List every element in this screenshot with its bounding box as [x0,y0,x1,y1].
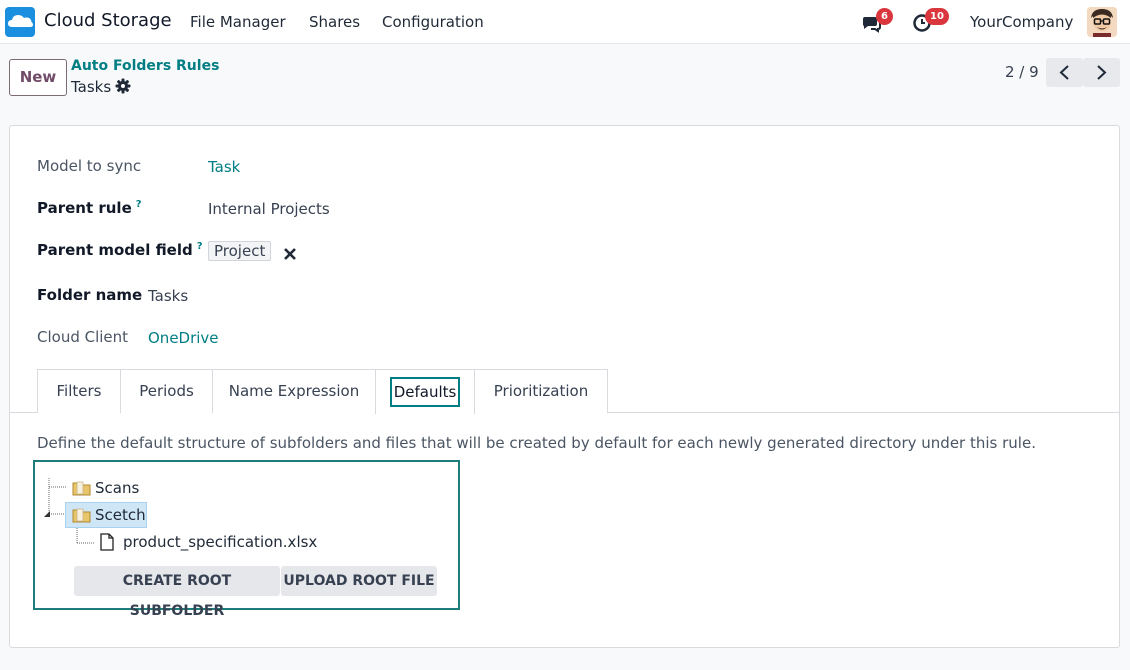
new-button[interactable]: New [9,59,67,96]
tree-node-scans[interactable]: Scans [95,479,139,497]
tab-periods[interactable]: Periods [120,369,213,413]
parent-rule-label: Parent rule? [37,199,142,217]
folder-icon [72,506,92,528]
tree-node-file[interactable]: product_specification.xlsx [123,533,317,551]
folder-name-field[interactable]: Tasks [148,287,188,305]
breadcrumb-current: Tasks [71,78,112,96]
help-tooltip-icon[interactable]: ? [136,199,142,210]
tab-name-expression[interactable]: Name Expression [212,369,376,413]
tab-defaults[interactable]: Defaults [375,369,475,414]
messages-badge: 6 [876,8,893,25]
menu-configuration[interactable]: Configuration [382,13,484,31]
app-name[interactable]: Cloud Storage [44,10,172,31]
file-icon [99,533,115,555]
menu-shares[interactable]: Shares [309,13,360,31]
create-root-subfolder-button[interactable]: CREATE ROOT SUBFOLDER [74,566,280,619]
cloud-client-field[interactable]: OneDrive [148,329,219,347]
parent-model-field-label: Parent model field? [37,241,203,259]
user-avatar[interactable] [1087,7,1117,37]
help-tooltip-icon[interactable]: ? [197,241,203,252]
cloud-client-label: Cloud Client [37,328,129,346]
pager-next-button[interactable] [1083,58,1120,87]
cloud-icon[interactable] [5,7,35,37]
chevron-left-icon [1059,65,1069,80]
upload-root-file-button[interactable]: UPLOAD ROOT FILE [281,566,437,596]
model-to-sync-label: Model to sync [37,157,142,175]
parent-model-field-tag[interactable]: Project [208,241,272,261]
menu-file-manager[interactable]: File Manager [190,13,286,31]
chevron-right-icon [1097,65,1107,80]
company-switcher[interactable]: YourCompany [970,13,1073,31]
pager-value[interactable]: 2 / 9 [1005,63,1039,81]
pager-previous-button[interactable] [1046,58,1083,87]
folder-name-label: Folder name [37,286,143,304]
parent-rule-field[interactable]: Internal Projects [208,200,330,218]
defaults-description: Define the default structure of subfolde… [37,434,1036,452]
model-to-sync-field[interactable]: Task [208,158,240,176]
tab-prioritization[interactable]: Prioritization [474,369,608,413]
activities-badge: 10 [925,8,949,25]
breadcrumb-parent[interactable]: Auto Folders Rules [71,58,219,74]
gear-icon[interactable] [115,78,131,94]
tab-filters[interactable]: Filters [37,369,121,413]
close-icon[interactable] [283,246,297,260]
folder-icon [72,479,92,501]
tree-node-scetch[interactable]: Scetch [95,506,146,524]
tab-defaults-label: Defaults [390,377,460,407]
top-navbar: Cloud Storage File Manager Shares Config… [0,0,1130,44]
